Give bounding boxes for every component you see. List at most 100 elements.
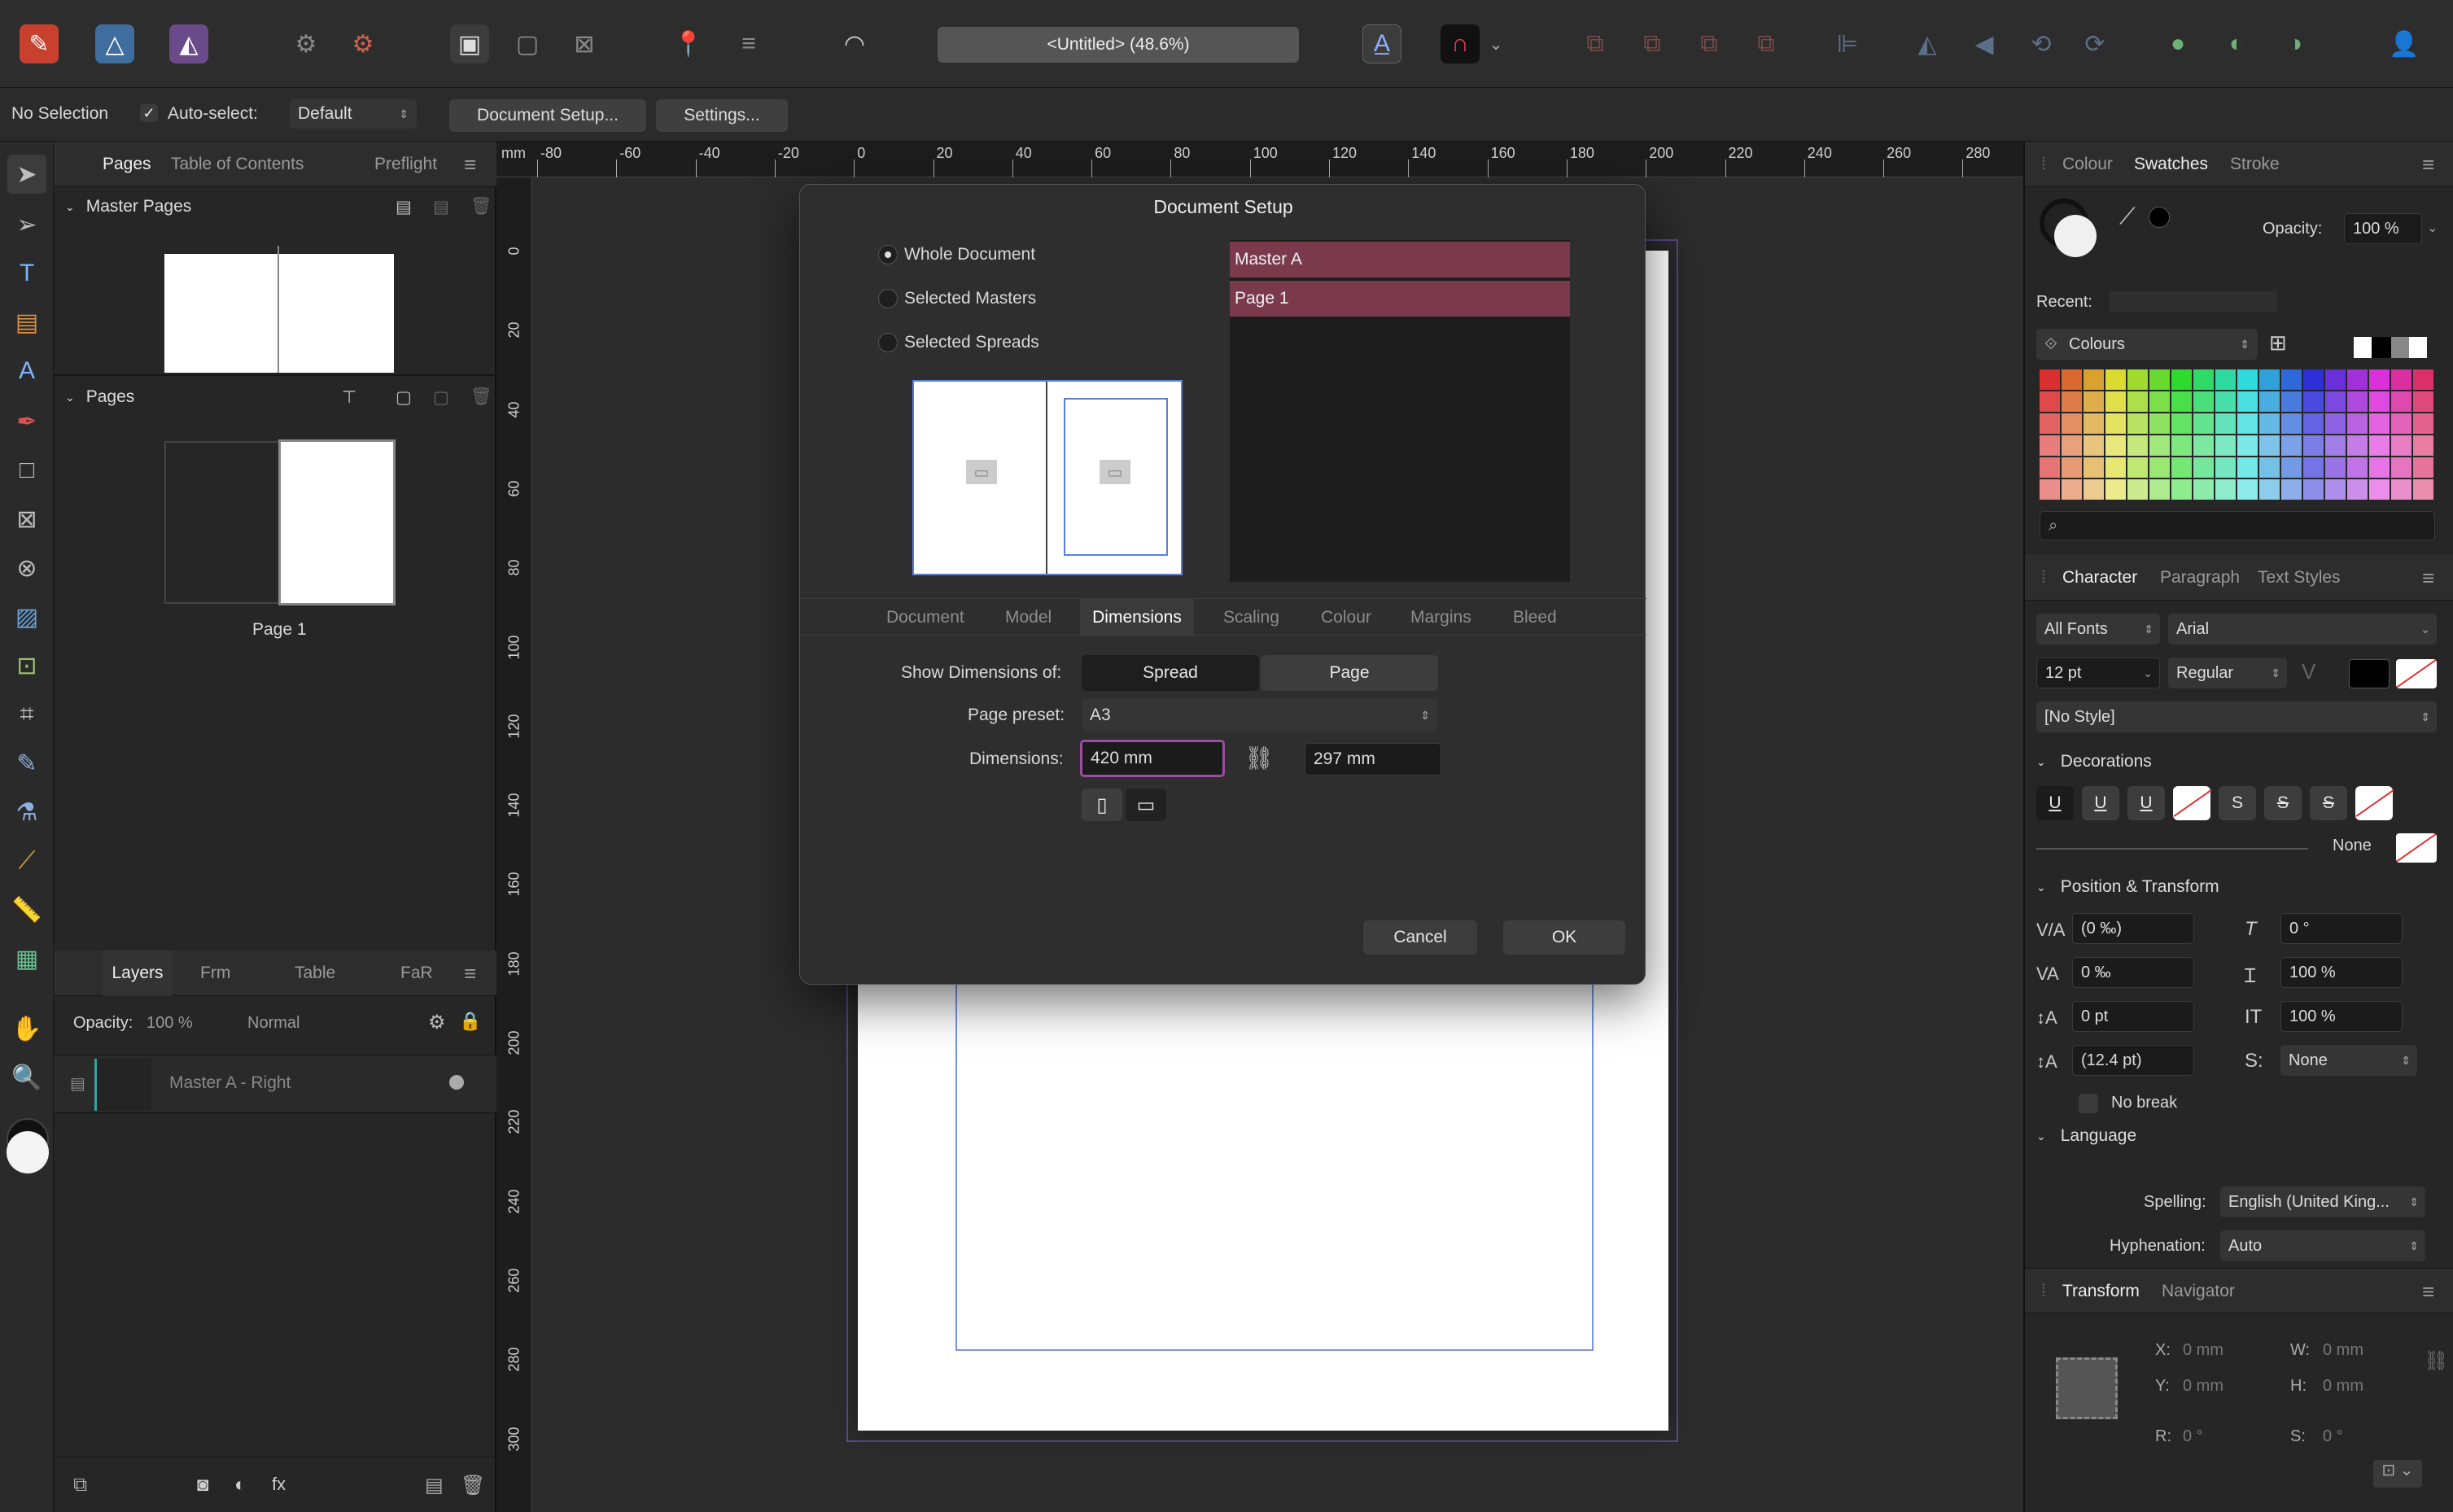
tab-table-of-contents[interactable]: Table of Contents bbox=[171, 142, 304, 187]
page-1-thumbnail[interactable] bbox=[278, 439, 396, 605]
grey-swatch[interactable] bbox=[2390, 337, 2409, 358]
tab-pages[interactable]: Pages bbox=[103, 142, 151, 187]
tab-text-styles[interactable]: Text Styles bbox=[2258, 555, 2341, 601]
panel-menu-icon[interactable]: ≡ bbox=[2422, 555, 2434, 601]
swatch-cell[interactable] bbox=[2303, 369, 2324, 390]
swatch-cell[interactable] bbox=[2193, 479, 2214, 500]
swatch-cell[interactable] bbox=[2105, 369, 2126, 390]
leading-mode-dropdown[interactable]: None ⇕ bbox=[2280, 1045, 2417, 1076]
swatch-cell[interactable] bbox=[2369, 369, 2390, 390]
swatch-cell[interactable] bbox=[2215, 369, 2236, 390]
tab-transform[interactable]: Transform bbox=[2062, 1269, 2140, 1314]
swatch-cell[interactable] bbox=[2171, 413, 2192, 434]
swatch-cell[interactable] bbox=[2237, 435, 2258, 456]
swatch-cell[interactable] bbox=[2369, 457, 2390, 478]
selected-masters-radio[interactable] bbox=[878, 289, 898, 308]
strike-color-none[interactable] bbox=[2355, 786, 2394, 820]
autoselect-checkbox[interactable]: ✓ bbox=[140, 104, 158, 122]
s-value[interactable]: 0 ° bbox=[2323, 1427, 2343, 1446]
y-value[interactable]: 0 mm bbox=[2183, 1377, 2223, 1396]
swatch-cell[interactable] bbox=[2347, 457, 2368, 478]
vector-crop-tool-icon[interactable]: ⊡ bbox=[7, 646, 46, 685]
swatch-cell[interactable] bbox=[2347, 479, 2368, 500]
panel-menu-icon[interactable]: ≡ bbox=[2422, 1269, 2434, 1314]
flip-vertical-icon[interactable]: ◀ bbox=[1965, 24, 2004, 63]
selected-masters-label[interactable]: Selected Masters bbox=[904, 289, 1036, 308]
affinity-publisher-persona-icon[interactable]: ✎ bbox=[20, 24, 59, 63]
swatch-cell[interactable] bbox=[2391, 369, 2411, 390]
none-swatch[interactable] bbox=[2354, 337, 2373, 358]
snapping-dropdown-chevron-icon[interactable]: ⌄ bbox=[1484, 24, 1507, 63]
language-header[interactable]: ⌄ Language bbox=[2036, 1117, 2443, 1156]
swatch-cell[interactable] bbox=[2215, 391, 2236, 412]
picked-color-swatch[interactable] bbox=[2149, 207, 2170, 228]
swatch-cell[interactable] bbox=[2193, 369, 2214, 390]
align-icon[interactable]: ⊫ bbox=[1828, 24, 1867, 63]
tab-paragraph[interactable]: Paragraph bbox=[2160, 555, 2240, 601]
color-picker-tool-icon[interactable]: ⟋ bbox=[7, 841, 46, 881]
font-collection-dropdown[interactable]: All Fonts ⇕ bbox=[2036, 614, 2160, 645]
selected-spreads-radio[interactable] bbox=[878, 333, 898, 352]
swatch-cell[interactable] bbox=[2347, 413, 2368, 434]
layer-arrange-icon[interactable]: ⧉ bbox=[73, 1474, 87, 1497]
swatch-cell[interactable] bbox=[2149, 435, 2170, 456]
zoom-tool-icon[interactable]: 🔍 bbox=[7, 1058, 46, 1097]
swatch-cell[interactable] bbox=[2127, 479, 2148, 500]
affinity-photo-persona-icon[interactable]: ◭ bbox=[169, 24, 208, 63]
swatch-cell[interactable] bbox=[2171, 391, 2192, 412]
swatch-cell[interactable] bbox=[2303, 435, 2324, 456]
rotate-right-icon[interactable]: ⟳ bbox=[2075, 24, 2114, 63]
double-underline-button[interactable]: U bbox=[2082, 786, 2119, 820]
swatch-cell[interactable] bbox=[2084, 391, 2104, 412]
rectangle-tool-icon[interactable]: □ bbox=[7, 451, 46, 490]
layer-row[interactable]: ▤ Master A - Right bbox=[54, 1055, 496, 1113]
list-item[interactable]: Master A bbox=[1230, 242, 1570, 277]
swatch-cell[interactable] bbox=[2105, 435, 2126, 456]
duplicate-master-icon[interactable]: ▤ bbox=[433, 197, 449, 217]
x-value[interactable]: 0 mm bbox=[2183, 1341, 2223, 1360]
picture-frame-tool-icon[interactable]: ⊠ bbox=[7, 500, 46, 539]
w-value[interactable]: 0 mm bbox=[2323, 1341, 2363, 1360]
swatch-cell[interactable] bbox=[2084, 413, 2104, 434]
swatch-cell[interactable] bbox=[2281, 391, 2302, 412]
boolean-subtract-icon[interactable]: ◐ bbox=[2217, 24, 2256, 63]
font-weight-dropdown[interactable]: Regular ⇕ bbox=[2168, 658, 2287, 688]
swatch-cell[interactable] bbox=[2105, 457, 2126, 478]
swatch-cell[interactable] bbox=[2040, 391, 2060, 412]
tab-preflight[interactable]: Preflight bbox=[374, 142, 437, 187]
swatch-cell[interactable] bbox=[2347, 369, 2368, 390]
delete-page-icon[interactable]: 🗑 bbox=[470, 387, 492, 407]
swatch-cell[interactable] bbox=[2149, 391, 2170, 412]
affinity-designer-persona-icon[interactable]: △ bbox=[95, 24, 134, 63]
swatch-cell[interactable] bbox=[2413, 479, 2433, 500]
width-field[interactable]: 420 mm bbox=[1080, 740, 1225, 777]
boolean-intersect-icon[interactable]: ◑ bbox=[2276, 24, 2315, 63]
move-back-one-icon[interactable]: ⧉ bbox=[1633, 24, 1672, 63]
swatch-cell[interactable] bbox=[2062, 479, 2082, 500]
swatch-cell[interactable] bbox=[2259, 479, 2280, 500]
list-item[interactable]: Page 1 bbox=[1230, 281, 1570, 317]
no-break-checkbox[interactable] bbox=[2079, 1094, 2098, 1113]
swatch-cell[interactable] bbox=[2325, 457, 2346, 478]
underline-custom-button[interactable]: U bbox=[2127, 786, 2165, 820]
page-toggle-button[interactable]: Page bbox=[1261, 655, 1438, 691]
swatch-cell[interactable] bbox=[2215, 413, 2236, 434]
preflight-gear-icon[interactable]: ⚙ bbox=[286, 24, 326, 63]
tab-frames[interactable]: Frm bbox=[200, 950, 230, 996]
swatch-cell[interactable] bbox=[2149, 413, 2170, 434]
tab-layers[interactable]: Layers bbox=[103, 950, 173, 996]
white-swatch[interactable] bbox=[2408, 337, 2427, 358]
pin-icon[interactable]: 📍 bbox=[669, 24, 708, 63]
ok-button[interactable]: OK bbox=[1503, 920, 1625, 955]
artistic-text-tool-icon[interactable]: A bbox=[7, 352, 46, 391]
swatch-cell[interactable] bbox=[2237, 479, 2258, 500]
swatch-cell[interactable] bbox=[2303, 479, 2324, 500]
swatch-cell[interactable] bbox=[2303, 413, 2324, 434]
tab-bleed[interactable]: Bleed bbox=[1513, 599, 1557, 636]
whole-document-radio[interactable] bbox=[878, 245, 898, 264]
text-fill-color-well[interactable] bbox=[2349, 659, 2390, 688]
document-title[interactable]: <Untitled> (48.6%) bbox=[938, 27, 1299, 63]
swatch-cell[interactable] bbox=[2040, 369, 2060, 390]
vertical-scale-field[interactable]: 100 % bbox=[2280, 957, 2403, 988]
swatch-cell[interactable] bbox=[2237, 391, 2258, 412]
